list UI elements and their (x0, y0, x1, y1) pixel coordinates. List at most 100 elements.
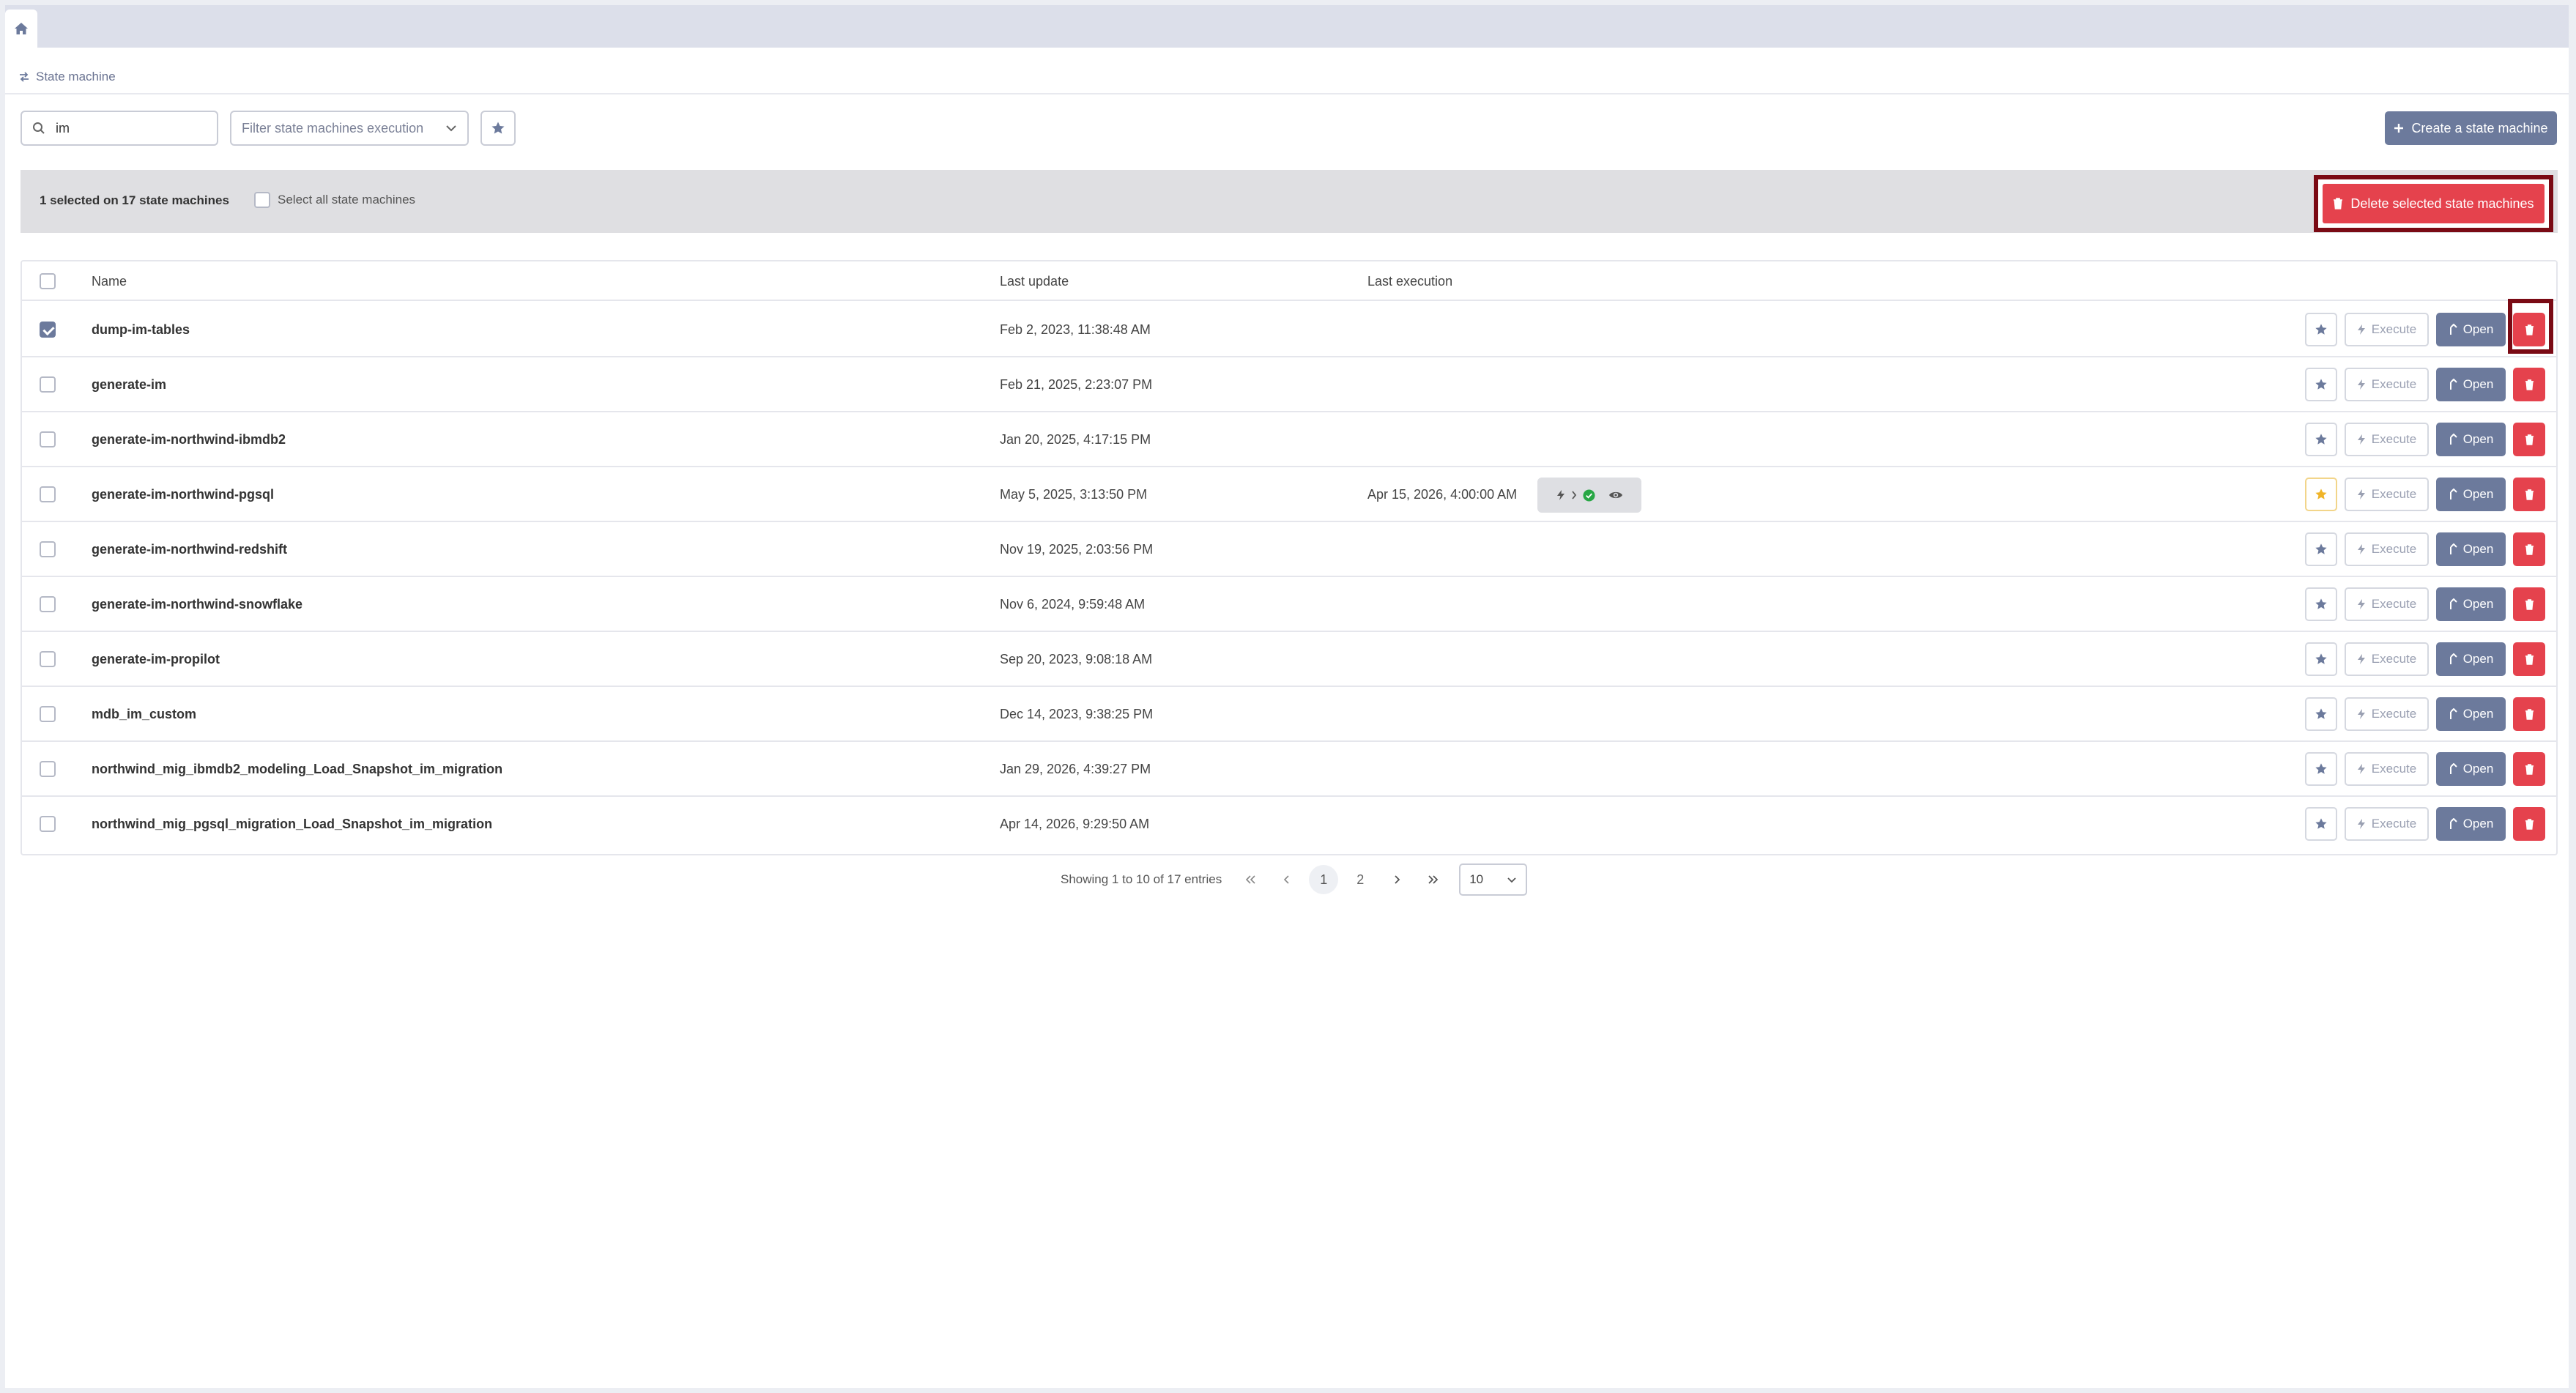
delete-button[interactable] (2513, 587, 2545, 621)
row-name[interactable]: mdb_im_custom (92, 707, 196, 722)
column-header-name[interactable]: Name (92, 274, 127, 289)
favorite-button[interactable] (2305, 423, 2337, 456)
favorite-button[interactable] (2305, 807, 2337, 841)
eye-icon[interactable] (1608, 490, 1623, 500)
open-button[interactable]: Open (2436, 807, 2506, 841)
delete-button[interactable] (2513, 752, 2545, 786)
favorite-button[interactable] (2305, 368, 2337, 401)
row-checkbox[interactable] (40, 486, 56, 502)
row-name[interactable]: generate-im-northwind-snowflake (92, 597, 302, 612)
header-checkbox[interactable] (40, 273, 56, 289)
table-row[interactable]: generate-im-northwind-pgsql May 5, 2025, … (22, 467, 2556, 522)
open-button[interactable]: Open (2436, 752, 2506, 786)
star-icon (2315, 433, 2328, 446)
execute-button[interactable]: Execute (2345, 697, 2429, 731)
open-button[interactable]: Open (2436, 532, 2506, 566)
row-name[interactable]: generate-im-northwind-pgsql (92, 487, 274, 502)
row-checkbox[interactable] (40, 816, 56, 832)
row-actions: Execute Open (2305, 642, 2545, 676)
row-name[interactable]: generate-im-propilot (92, 652, 220, 667)
execute-button[interactable]: Execute (2345, 423, 2429, 456)
execute-button[interactable]: Execute (2345, 478, 2429, 511)
favorite-button[interactable] (2305, 532, 2337, 566)
delete-button[interactable] (2513, 642, 2545, 676)
row-checkbox[interactable] (40, 596, 56, 612)
open-label: Open (2462, 432, 2494, 446)
execute-button[interactable]: Execute (2345, 313, 2429, 346)
row-checkbox[interactable] (40, 706, 56, 722)
execute-button[interactable]: Execute (2345, 642, 2429, 676)
row-name[interactable]: northwind_mig_pgsql_migration_Load_Snaps… (92, 817, 492, 832)
create-state-machine-button[interactable]: Create a state machine (2385, 111, 2557, 145)
page-size-select[interactable]: 10 (1459, 863, 1528, 896)
row-checkbox[interactable] (40, 431, 56, 447)
checkbox[interactable] (254, 192, 270, 208)
execute-button[interactable]: Execute (2345, 532, 2429, 566)
row-name[interactable]: generate-im (92, 377, 166, 393)
row-name[interactable]: generate-im-northwind-ibmdb2 (92, 432, 286, 447)
delete-button[interactable] (2513, 423, 2545, 456)
execute-button[interactable]: Execute (2345, 368, 2429, 401)
favorite-button[interactable] (2305, 697, 2337, 731)
search-input[interactable] (56, 120, 202, 136)
execute-label: Execute (2371, 377, 2417, 391)
delete-selected-button[interactable]: Delete selected state machines (2323, 184, 2545, 223)
execute-button[interactable]: Execute (2345, 752, 2429, 786)
next-page-button[interactable] (1378, 863, 1415, 896)
last-page-button[interactable] (1415, 863, 1452, 896)
page-button-1[interactable]: 1 (1309, 865, 1339, 894)
open-button[interactable]: Open (2436, 423, 2506, 456)
table-row[interactable]: generate-im-northwind-snowflake Nov 6, 20… (22, 577, 2556, 632)
execution-status-badge[interactable] (1537, 478, 1641, 513)
table-row[interactable]: generate-im Feb 21, 2025, 2:23:07 PM Execu… (22, 357, 2556, 412)
open-button[interactable]: Open (2436, 313, 2506, 346)
table-row[interactable]: dump-im-tables Feb 2, 2023, 11:38:48 AM Ex… (22, 299, 2556, 357)
favorite-button[interactable] (2305, 313, 2337, 346)
execute-button[interactable]: Execute (2345, 587, 2429, 621)
delete-button[interactable] (2513, 807, 2545, 841)
row-checkbox[interactable] (40, 651, 56, 667)
row-checkbox[interactable] (40, 761, 56, 777)
favorites-filter-button[interactable] (480, 111, 516, 146)
delete-button[interactable] (2513, 478, 2545, 511)
table-row[interactable]: generate-im-northwind-ibmdb2 Jan 20, 2025… (22, 412, 2556, 467)
favorite-button[interactable] (2305, 478, 2337, 511)
open-label: Open (2462, 377, 2494, 391)
open-button[interactable]: Open (2436, 642, 2506, 676)
page-button-2[interactable]: 2 (1342, 863, 1378, 896)
row-checkbox[interactable] (40, 322, 56, 338)
row-name[interactable]: dump-im-tables (92, 322, 190, 338)
table-row[interactable]: northwind_mig_ibmdb2_modeling_Load_Snaps… (22, 742, 2556, 797)
open-button[interactable]: Open (2436, 587, 2506, 621)
favorite-button[interactable] (2305, 752, 2337, 786)
open-button[interactable]: Open (2436, 697, 2506, 731)
favorite-button[interactable] (2305, 587, 2337, 621)
first-page-button[interactable] (1232, 863, 1269, 896)
column-header-last-update[interactable]: Last update (1000, 274, 1069, 289)
table-row[interactable]: mdb_im_custom Dec 14, 2023, 9:38:25 PM Exe… (22, 687, 2556, 742)
delete-button[interactable] (2513, 313, 2545, 346)
table-row[interactable]: generate-im-northwind-redshift Nov 19, 20… (22, 522, 2556, 577)
search-box[interactable] (21, 111, 218, 146)
delete-button[interactable] (2513, 368, 2545, 401)
table-row[interactable]: northwind_mig_pgsql_migration_Load_Snaps… (22, 797, 2556, 852)
execution-filter-select[interactable]: Filter state machines execution (230, 111, 469, 146)
open-button[interactable]: Open (2436, 368, 2506, 401)
row-actions: Execute Open (2305, 532, 2545, 566)
select-all-checkbox[interactable]: Select all state machines (254, 192, 415, 208)
row-name[interactable]: generate-im-northwind-redshift (92, 542, 287, 557)
home-tab[interactable] (5, 10, 37, 48)
table-row[interactable]: generate-im-propilot Sep 20, 2023, 9:08:1… (22, 632, 2556, 687)
execute-button[interactable]: Execute (2345, 807, 2429, 841)
breadcrumb[interactable]: State machine (18, 68, 116, 86)
row-checkbox[interactable] (40, 541, 56, 557)
row-checkbox[interactable] (40, 376, 56, 393)
delete-button[interactable] (2513, 697, 2545, 731)
delete-button[interactable] (2513, 532, 2545, 566)
row-last-execution: Apr 15, 2026, 4:00:00 AM (1367, 487, 1518, 502)
row-name[interactable]: northwind_mig_ibmdb2_modeling_Load_Snaps… (92, 762, 502, 777)
previous-page-button[interactable] (1269, 863, 1305, 896)
open-button[interactable]: Open (2436, 478, 2506, 511)
column-header-last-execution[interactable]: Last execution (1367, 274, 1452, 289)
favorite-button[interactable] (2305, 642, 2337, 676)
